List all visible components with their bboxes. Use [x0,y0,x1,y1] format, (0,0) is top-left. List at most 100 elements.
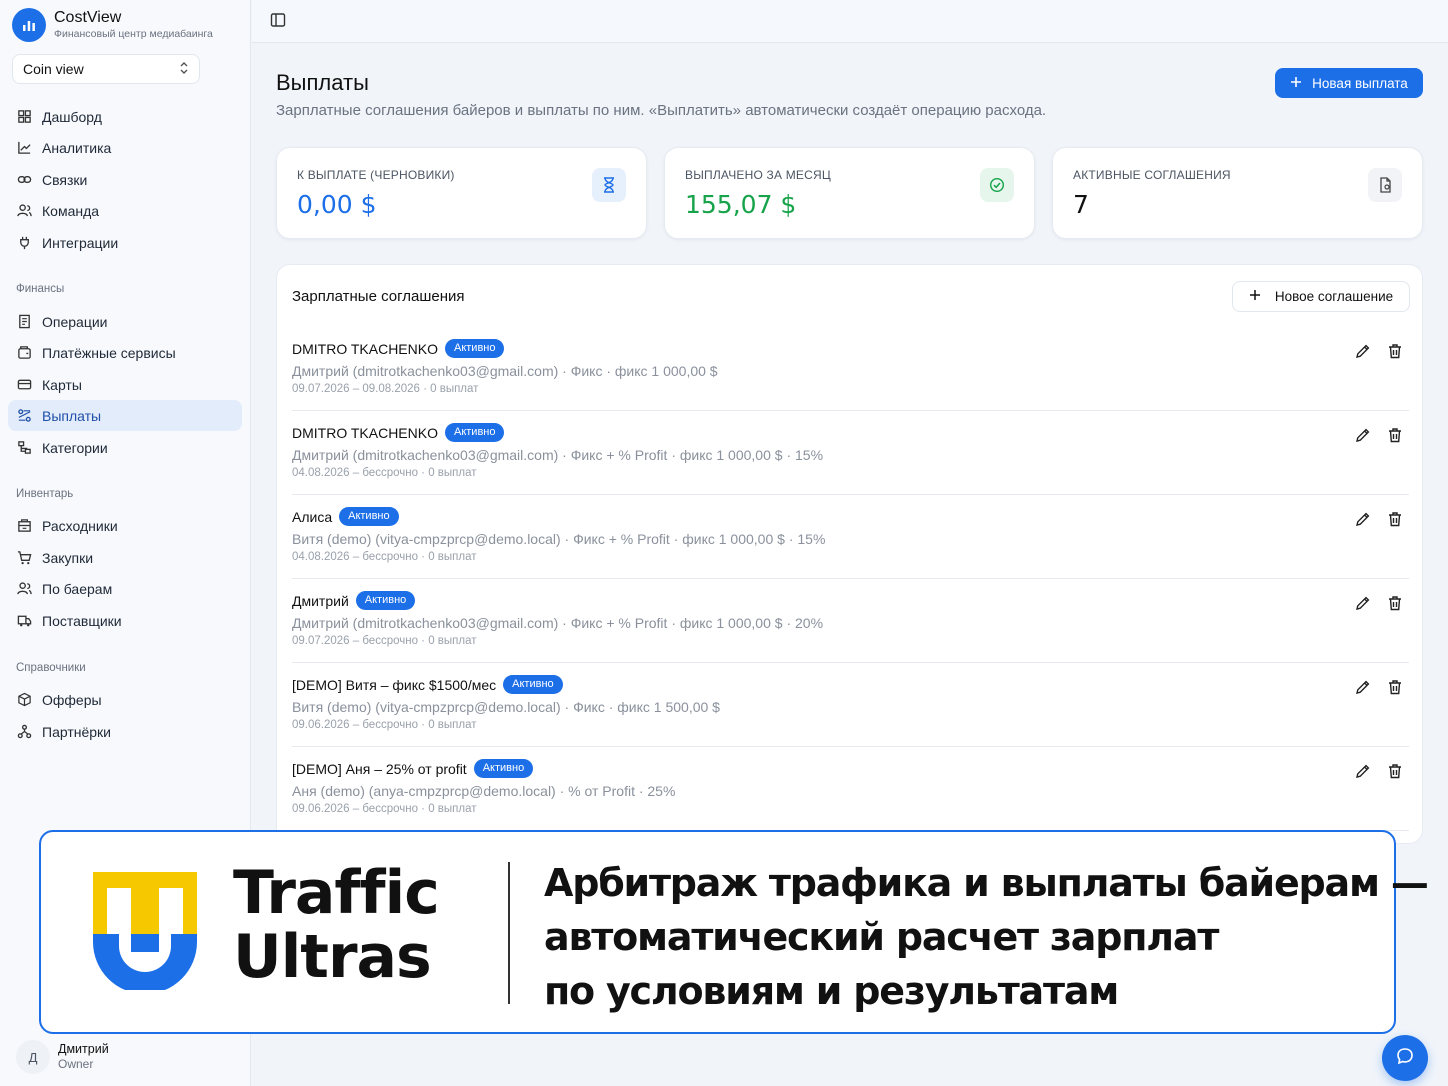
sidebar-item-cards[interactable]: Карты [8,369,242,400]
agreement-meta: 04.08.2026 – бессрочно · 0 выплат [292,467,477,479]
sidebar-item-label: Платёжные сервисы [42,344,176,361]
agreements-title: Зарплатные соглашения [292,288,465,305]
agreement-name: Дмитрий [292,592,349,609]
section-title-refs: Справочники [16,662,86,674]
cart-icon [16,550,32,566]
delete-icon[interactable] [1387,427,1403,443]
stat-label: АКТИВНЫЕ СОГЛАШЕНИЯ [1073,168,1231,182]
sidebar-item-label: Команда [42,202,100,219]
sidebar-item-dashboard[interactable]: Дашборд [8,101,242,132]
view-select[interactable]: Coin view [12,54,200,84]
stat-value: 155,07 $ [685,190,797,219]
edit-icon[interactable] [1355,343,1371,359]
agreement-meta: 09.06.2026 – бессрочно · 0 выплат [292,803,477,815]
sidebar-item-label: Интеграции [42,234,119,251]
table-row[interactable]: Алиса Активно Витя (demo) (vitya-cmpzprcp… [292,495,1409,579]
delete-icon[interactable] [1387,511,1403,527]
sidebar-item-offers[interactable]: Офферы [8,684,242,715]
sidebar-item-analytics[interactable]: Аналитика [8,132,242,163]
table-row[interactable]: DMITRO TKACHENKO Активно Дмитрий (dmitrot… [292,411,1409,495]
sidebar-toggle-icon[interactable] [270,12,286,28]
sidebar-item-label: Категории [42,439,108,456]
plus-icon [1249,289,1261,304]
new-payout-label: Новая выплата [1312,75,1408,91]
banner-divider [508,862,510,1004]
sidebar-item-label: Офферы [42,691,102,708]
sidebar-item-links[interactable]: Связки [8,164,242,195]
package-icon [16,692,32,708]
table-row[interactable]: DMITRO TKACHENKO Активно Дмитрий (dmitrot… [292,327,1409,411]
sidebar-item-operations[interactable]: Операции [8,306,242,337]
sidebar-item-partners[interactable]: Партнёрки [8,716,242,747]
sidebar-item-payouts[interactable]: Выплаты [8,400,242,431]
status-badge: Активно [473,759,534,778]
status-badge: Активно [444,339,505,358]
payouts-icon [16,408,32,424]
delete-icon[interactable] [1387,595,1403,611]
app-subtitle: Финансовый центр медиабаинга [54,28,213,40]
banner-headline-line: Арбитраж трафика и выплаты байерам — [544,861,1429,905]
agreement-details: Дмитрий (dmitrotkachenko03@gmail.com) · … [292,363,718,379]
status-badge: Активно [503,675,563,694]
sidebar-item-label: По баерам [42,580,113,597]
agreement-details: Витя (demo) (vitya-cmpzprcp@demo.local) … [292,531,826,547]
section-title-finance: Финансы [16,283,65,295]
sidebar-item-label: Поставщики [42,612,122,629]
chart-line-icon [16,140,32,156]
sidebar-item-suppliers[interactable]: Поставщики [8,605,242,636]
sidebar-item-label: Операции [42,313,108,330]
dashboard-icon [16,109,32,125]
status-badge: Активно [339,507,399,526]
sidebar-item-label: Связки [42,171,88,188]
table-row[interactable]: [DEMO] Аня – 25% от profit Активно Аня (d… [292,747,1409,831]
plug-icon [16,235,32,251]
edit-icon[interactable] [1355,679,1371,695]
stat-label: К ВЫПЛАТЕ (ЧЕРНОВИКИ) [297,168,455,182]
status-badge: Активно [444,423,505,442]
document-icon [1368,168,1402,202]
sidebar-item-supplies[interactable]: Расходники [8,510,242,541]
chat-button[interactable] [1382,1035,1428,1081]
hourglass-icon [592,168,626,202]
table-row[interactable]: Дмитрий Активно Дмитрий (dmitrotkachenko0… [292,579,1409,663]
sidebar-item-team[interactable]: Команда [8,195,242,226]
table-row[interactable]: [DEMO] Витя – фикс $1500/мес Активно Витя… [292,663,1409,747]
agreement-meta: 04.08.2026 – бессрочно · 0 выплат [292,551,477,563]
new-payout-button[interactable]: Новая выплата [1275,68,1423,98]
banner-headline-line: автоматический расчет зарплат [544,915,1219,959]
wallet-icon [16,345,32,361]
edit-icon[interactable] [1355,763,1371,779]
network-icon [16,724,32,740]
user-menu[interactable]: Д Дмитрий Owner [16,1040,109,1074]
box-icon [16,518,32,534]
credit-card-icon [16,377,32,393]
page-description: Зарплатные соглашения байеров и выплаты … [276,102,1047,119]
edit-icon[interactable] [1355,427,1371,443]
banner-brand-line1: Traffic [233,858,440,928]
sidebar-item-purchases[interactable]: Закупки [8,542,242,573]
page-title: Выплаты [276,70,369,95]
chevron-up-down-icon [179,61,189,78]
edit-icon[interactable] [1355,511,1371,527]
sidebar-item-payment-services[interactable]: Платёжные сервисы [8,337,242,368]
sidebar-item-label: Аналитика [42,139,112,156]
agreement-meta: 09.07.2026 – 09.08.2026 · 0 выплат [292,383,479,395]
stat-card-active-agreements: АКТИВНЫЕ СОГЛАШЕНИЯ 7 [1052,147,1423,239]
sidebar-item-by-buyers[interactable]: По баерам [8,573,242,604]
delete-icon[interactable] [1387,679,1403,695]
traffic-ultras-logo-icon [93,872,197,990]
agreement-name: DMITRO TKACHENKO [292,340,438,357]
brand[interactable]: CostView Финансовый центр медиабаинга [12,8,213,42]
sidebar-item-integrations[interactable]: Интеграции [8,227,242,258]
agreement-meta: 09.06.2026 – бессрочно · 0 выплат [292,719,477,731]
delete-icon[interactable] [1387,763,1403,779]
sidebar-item-categories[interactable]: Категории [8,432,242,463]
banner-brand-line2: Ultras [233,922,432,992]
agreements-card: Зарплатные соглашения Новое соглашение D… [276,264,1423,844]
stat-card-paid-month: ВЫПЛАЧЕНО ЗА МЕСЯЦ 155,07 $ [664,147,1035,239]
user-name: Дмитрий [58,1042,109,1056]
new-agreement-button[interactable]: Новое соглашение [1232,281,1410,312]
edit-icon[interactable] [1355,595,1371,611]
delete-icon[interactable] [1387,343,1403,359]
agreement-details: Дмитрий (dmitrotkachenko03@gmail.com) · … [292,615,824,631]
